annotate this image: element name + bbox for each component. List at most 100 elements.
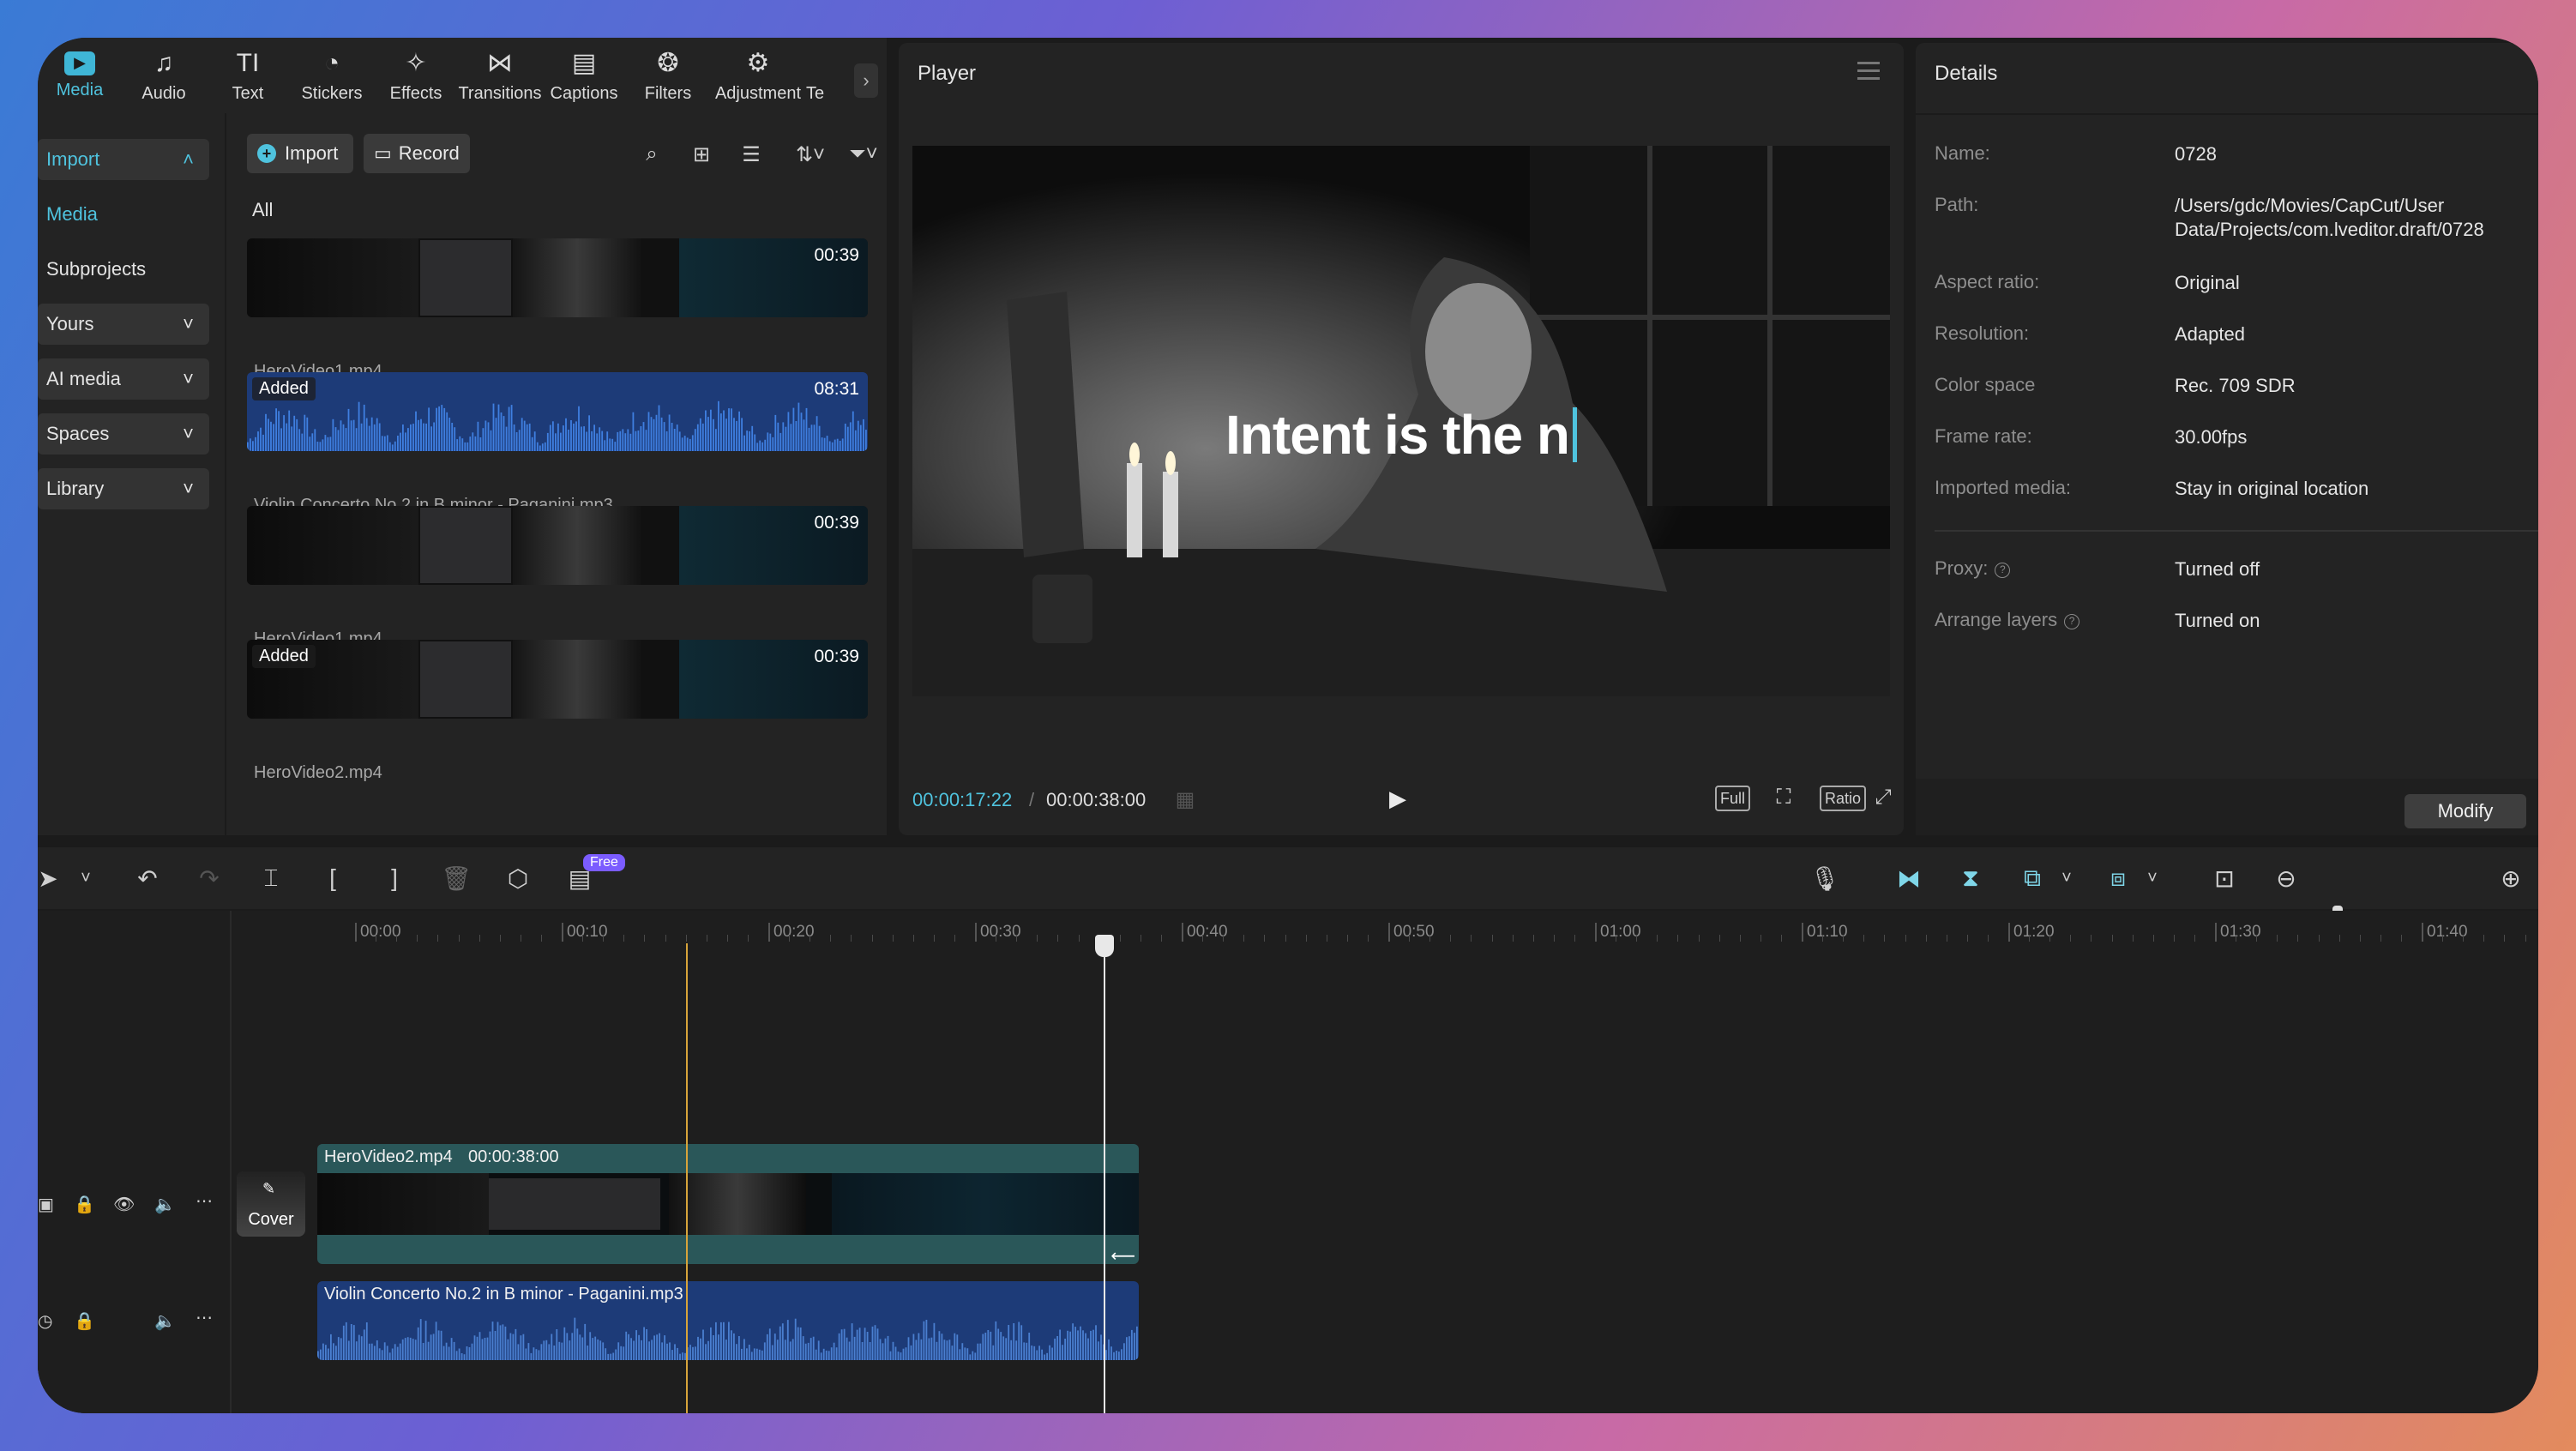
folder-add-icon[interactable]: ⊞	[688, 141, 715, 168]
help-icon[interactable]: ?	[2064, 614, 2080, 629]
waveform-bar	[786, 1320, 789, 1360]
cover-thumbnail[interactable]: ✎ Cover	[237, 1171, 305, 1237]
video-track-clip[interactable]: HeroVideo2.mp4 00:00:38:00 ⟵	[317, 1144, 1139, 1264]
waveform-bar	[635, 430, 637, 451]
delete-icon[interactable]: 🗑	[441, 863, 472, 894]
undo-icon[interactable]: ↶	[132, 863, 163, 894]
tab-filters[interactable]: ❂ Filters	[626, 38, 710, 113]
play-icon[interactable]: ▶	[1389, 786, 1415, 811]
auto-snap-icon[interactable]: ⧗	[1955, 863, 1986, 894]
waveform-bar	[671, 1350, 673, 1360]
tab-adjustment[interactable]: ⚙ Adjustment	[710, 38, 806, 113]
waveform-bar	[810, 424, 813, 451]
menu-icon[interactable]	[1857, 62, 1880, 82]
audio-waveform	[317, 1317, 1138, 1360]
tab-media[interactable]: ▶ Media	[38, 38, 122, 113]
more-icon[interactable]: ⋯	[196, 1307, 213, 1328]
snapshot-icon[interactable]: ⛶	[1770, 784, 1797, 811]
waveform-bar	[774, 414, 777, 451]
waveform-bar	[478, 1332, 481, 1360]
nav-spaces[interactable]: Spaces ˅	[38, 413, 209, 455]
trim-left-icon[interactable]: [	[317, 863, 348, 894]
volume-icon[interactable]: 🔈	[154, 1310, 176, 1332]
lock-icon[interactable]: 🔒	[74, 1194, 95, 1215]
tabs-next-arrow-icon[interactable]: ›	[854, 63, 878, 98]
sort-icon[interactable]: ⇅˅	[787, 141, 834, 168]
tab-stickers[interactable]: ◔ Stickers	[290, 38, 374, 113]
tab-audio[interactable]: ♫ Audio	[122, 38, 206, 113]
timeline-ruler[interactable]: 00:00 00:10 00:20 00:30 00:40 00:50 01:00 01:10…	[232, 911, 2538, 950]
nav-media[interactable]: Media	[38, 194, 225, 235]
preview-screen[interactable]: Intent is the n	[912, 146, 1890, 696]
ruler-tick	[1802, 923, 1803, 942]
detail-key-text: Arrange layers	[1935, 609, 2058, 630]
media-clip[interactable]: 00:39	[247, 238, 868, 317]
trim-handle-icon[interactable]: ⟵	[1110, 1245, 1135, 1264]
eye-icon[interactable]: 👁	[113, 1194, 135, 1215]
caption-text[interactable]: Intent is the n	[912, 403, 1890, 467]
search-icon[interactable]: ⌕	[638, 141, 665, 168]
waveform-bar	[619, 430, 622, 451]
split-icon[interactable]: ⌶	[256, 863, 286, 894]
timeline-grid-icon[interactable]: ▦	[1171, 786, 1199, 813]
nav-yours[interactable]: Yours ˅	[38, 304, 209, 345]
full-button[interactable]: Full	[1715, 786, 1751, 811]
waveform-bar	[784, 1340, 786, 1360]
help-icon[interactable]: ?	[1995, 563, 2011, 578]
nav-library[interactable]: Library ˅	[38, 468, 209, 509]
tab-template[interactable]: Te	[806, 38, 825, 113]
chevron-down-icon[interactable]: ˅	[2137, 863, 2168, 894]
chevron-down-icon[interactable]: ˅	[2051, 863, 2082, 894]
tab-captions[interactable]: ▤ Captions	[542, 38, 626, 113]
clip-thumbnail	[247, 506, 418, 585]
fit-timeline-icon[interactable]: ⊡	[2209, 863, 2240, 894]
media-clip[interactable]: Added 00:39	[247, 640, 868, 719]
record-button[interactable]: ▭ Record	[364, 134, 470, 173]
nav-subprojects[interactable]: Subprojects	[38, 249, 225, 290]
waveform-bar	[460, 1353, 463, 1360]
media-clip[interactable]: 00:39	[247, 506, 868, 585]
tab-text[interactable]: TI Text	[206, 38, 290, 113]
media-left-nav: Import ˄ Media Subprojects Yours ˅ AI me…	[38, 139, 225, 523]
ruler-minor-tick	[582, 935, 584, 942]
media-clip-audio[interactable]: Added 08:31	[247, 372, 868, 451]
waveform-bar	[571, 1333, 574, 1360]
waveform-bar	[437, 1330, 440, 1360]
zoom-in-icon[interactable]: ⊕	[2495, 863, 2526, 894]
marker-icon[interactable]: ⬡	[503, 863, 533, 894]
all-filter-label[interactable]: All	[252, 199, 273, 221]
waveform-bar	[614, 442, 617, 451]
nav-ai-media[interactable]: AI media ˅	[38, 358, 209, 400]
playhead-handle[interactable]	[1095, 935, 1114, 957]
waveform-bar	[625, 1331, 628, 1360]
tab-transitions[interactable]: ⋈ Transitions	[458, 38, 542, 113]
select-cursor-icon[interactable]: ➤	[38, 863, 63, 894]
chevron-down-icon[interactable]: ˅	[70, 863, 101, 894]
lock-icon[interactable]: 🔒	[74, 1310, 95, 1332]
nav-label: AI media	[46, 368, 121, 389]
trim-right-icon[interactable]: ]	[379, 863, 410, 894]
main-track-magnet-icon[interactable]: ⧓	[1893, 863, 1924, 894]
volume-icon[interactable]: 🔈	[154, 1194, 176, 1215]
ratio-button[interactable]: Ratio	[1820, 786, 1867, 811]
microphone-icon[interactable]: 🎙	[1809, 863, 1840, 894]
list-view-icon[interactable]: ☰	[737, 141, 765, 168]
preview-axis-icon[interactable]: ⧈	[2103, 863, 2134, 894]
fullscreen-icon[interactable]: ⤢	[1869, 784, 1897, 811]
tab-effects[interactable]: ✧ Effects	[374, 38, 458, 113]
import-button[interactable]: + Import	[247, 134, 354, 173]
linkage-icon[interactable]: ⧉	[2017, 863, 2048, 894]
waveform-bar	[1090, 1330, 1092, 1360]
waveform-bar	[1051, 1347, 1053, 1360]
modify-button[interactable]: Modify	[2404, 794, 2526, 828]
nav-import[interactable]: Import ˄	[38, 139, 209, 180]
more-icon[interactable]: ⋯	[196, 1190, 213, 1212]
waveform-bar	[320, 1349, 322, 1360]
audio-track-clip[interactable]: Violin Concerto No.2 in B minor - Pagani…	[317, 1281, 1139, 1360]
ruler-minor-tick	[1450, 935, 1452, 942]
playhead-line[interactable]	[1104, 943, 1105, 1413]
redo-icon[interactable]: ↷	[194, 863, 225, 894]
waveform-bar	[257, 431, 259, 451]
zoom-out-icon[interactable]: ⊖	[2271, 863, 2302, 894]
filter-icon[interactable]: ⏷˅	[840, 141, 887, 168]
